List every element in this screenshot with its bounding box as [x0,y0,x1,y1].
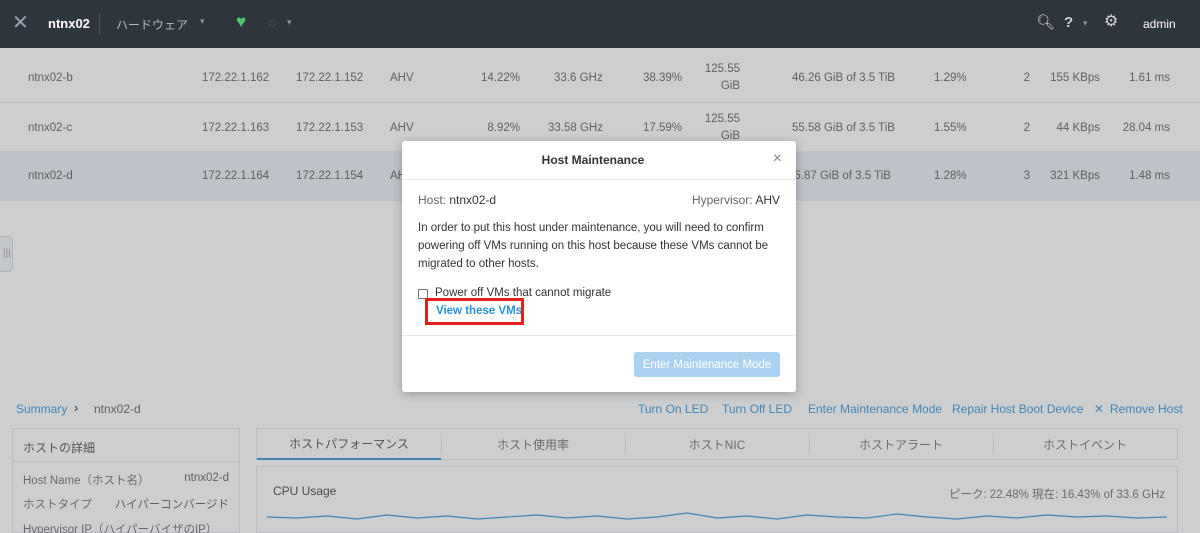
chevron-down-icon[interactable]: ▾ [287,17,292,28]
host-maintenance-dialog: Host Maintenance × Host: ntnx02-d Hyperv… [402,141,796,392]
hypervisor-info: Hypervisor: AHV [692,193,780,207]
close-icon[interactable]: × [773,151,782,167]
divider [402,335,796,336]
maintenance-message: In order to put this host under maintena… [418,222,769,270]
heart-health-icon[interactable]: ♥ [236,13,246,31]
top-navigation-bar: ✕ ntnx02 ハードウェア ▾ ♥ ◌ ▾ 🔍︎ ? ▾ ⚙ admin [0,0,1200,48]
divider [402,179,796,180]
section-dropdown[interactable]: ハードウェア [116,16,188,33]
dialog-title: Host Maintenance [541,153,645,167]
chevron-down-icon[interactable]: ▾ [200,16,205,27]
chevron-down-icon[interactable]: ▾ [1083,18,1088,29]
alert-circle-icon[interactable]: ◌ [268,14,276,30]
hypervisor-label: Hypervisor: [691,193,753,207]
help-icon[interactable]: ? [1064,14,1073,31]
enter-maintenance-mode-button[interactable]: Enter Maintenance Mode [634,352,780,377]
host-label: Host: [418,193,447,207]
divider [99,14,100,34]
search-icon[interactable]: 🔍︎ [1036,15,1055,31]
user-menu[interactable]: admin [1143,17,1176,31]
gear-icon[interactable]: ⚙ [1104,13,1118,31]
hypervisor-value: AHV [755,193,780,207]
host-info: Host: ntnx02-d [418,193,496,207]
view-these-vms-link[interactable]: View these VMs [436,305,522,317]
host-value: ntnx02-d [449,193,497,207]
cluster-name[interactable]: ntnx02 [48,16,90,31]
nutanix-x-logo-icon[interactable]: ✕ [12,13,29,33]
